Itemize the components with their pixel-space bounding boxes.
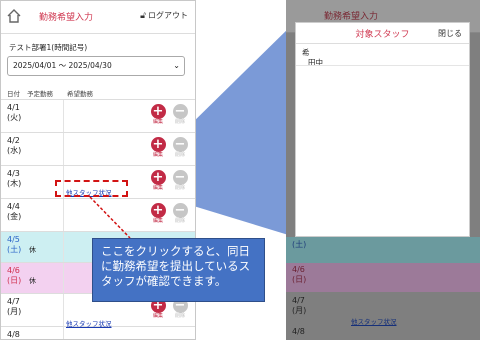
target-staff-modal: 対象スタッフ 閉じる 希 田中 [295,22,470,237]
staff-list: 希 田中 [296,44,469,72]
close-button[interactable]: 閉じる [438,28,462,39]
callout-box: ここをクリックすると、同日に勤務希望を提出しているスタッフが確認できます。 [92,238,265,302]
staff-name: 田中 [308,58,323,67]
group-label: 希 [302,48,310,57]
